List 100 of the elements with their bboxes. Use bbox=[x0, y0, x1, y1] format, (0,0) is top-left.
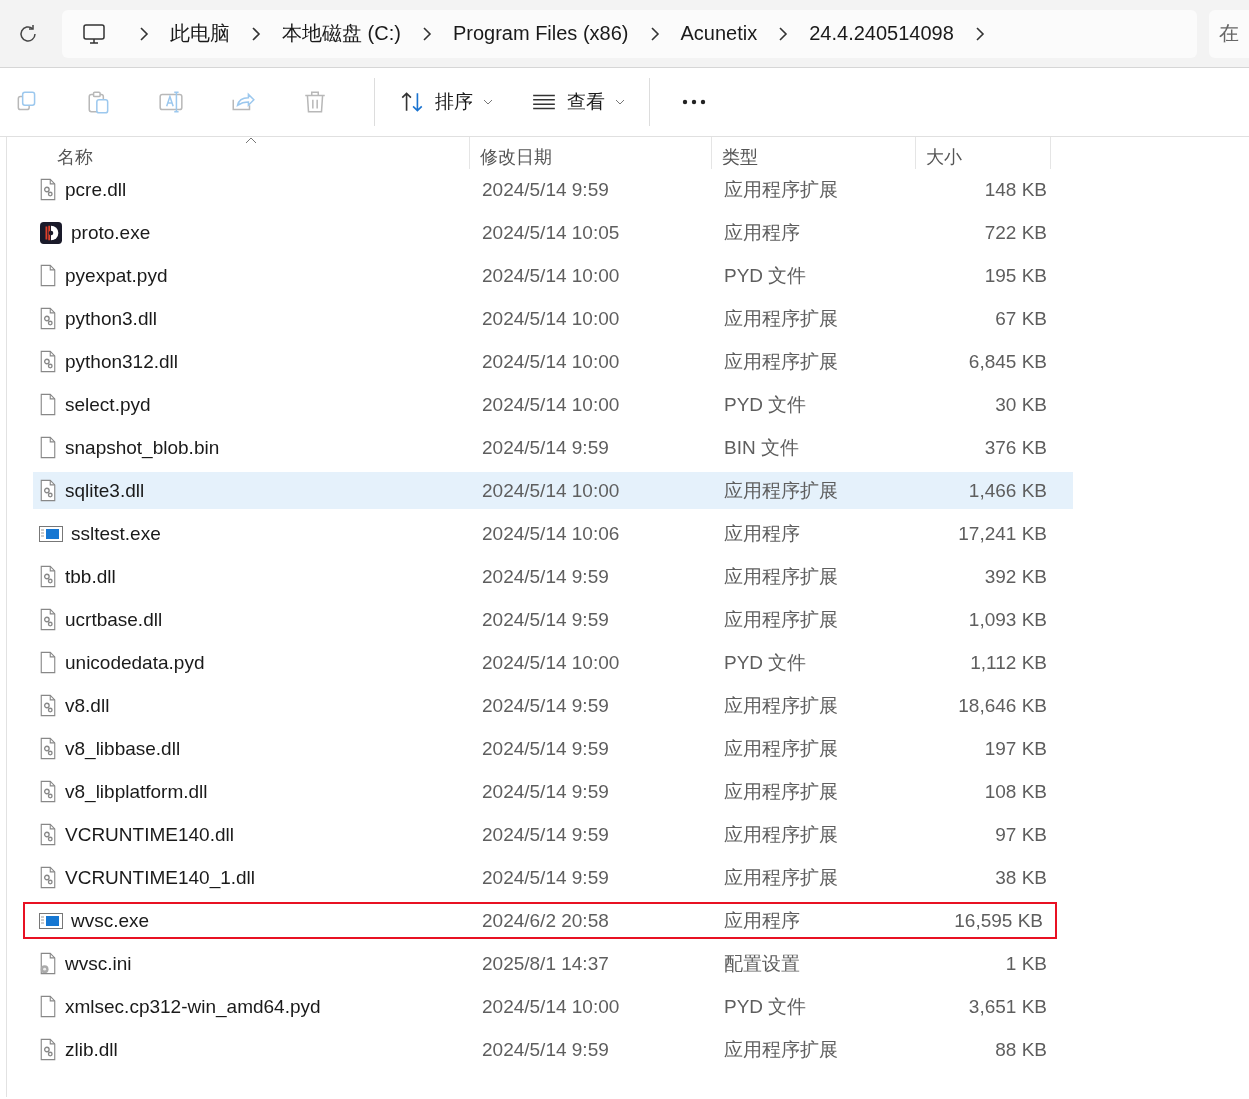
modified-date: 2024/5/14 10:00 bbox=[481, 264, 621, 287]
gear-file-icon bbox=[39, 307, 57, 330]
gear-file-icon bbox=[39, 608, 57, 631]
modified-date: 2025/8/1 14:37 bbox=[481, 952, 610, 975]
file-size: 1 KB bbox=[1004, 952, 1048, 975]
chevron-right-icon bbox=[420, 26, 433, 41]
file-size: 16,595 KB bbox=[953, 909, 1044, 932]
file-type: 配置设置 bbox=[723, 951, 801, 976]
breadcrumb[interactable]: 此电脑 bbox=[170, 20, 230, 47]
column-header[interactable]: 名称 bbox=[33, 137, 470, 169]
file-row[interactable]: proto.exe 2024/5/14 10:05 应用程序 722 KB bbox=[33, 214, 1073, 251]
modified-date: 2024/5/14 9:59 bbox=[481, 866, 610, 889]
modified-date: 2024/5/14 10:00 bbox=[481, 350, 621, 373]
column-header[interactable]: 类型 bbox=[712, 137, 916, 169]
file-name: pyexpat.pyd bbox=[65, 264, 168, 287]
file-size: 1,093 KB bbox=[967, 608, 1048, 631]
caret-icon bbox=[483, 98, 493, 106]
file-row[interactable]: VCRUNTIME140.dll 2024/5/14 9:59 应用程序扩展 97 KB bbox=[33, 816, 1073, 853]
file-row[interactable]: ssltest.exe 2024/5/14 10:06 应用程序 17,241 KB bbox=[33, 515, 1073, 552]
file-row[interactable]: select.pyd 2024/5/14 10:00 PYD 文件 30 KB bbox=[33, 386, 1073, 423]
caret-icon bbox=[615, 98, 625, 106]
file-name: v8_libbase.dll bbox=[65, 737, 181, 760]
file-size: 1,466 KB bbox=[967, 479, 1048, 502]
file-row[interactable]: v8_libplatform.dll 2024/5/14 9:59 应用程序扩展 108 KB bbox=[33, 773, 1073, 810]
chevron-right-icon bbox=[973, 26, 986, 41]
breadcrumb[interactable]: 本地磁盘 (C:) bbox=[282, 20, 401, 47]
file-size: 3,651 KB bbox=[967, 995, 1048, 1018]
file-type: 应用程序扩展 bbox=[723, 865, 839, 890]
file-row[interactable]: python312.dll 2024/5/14 10:00 应用程序扩展 6,845 KB bbox=[33, 343, 1073, 380]
sort-button[interactable]: 排序 bbox=[385, 80, 507, 124]
file-type: 应用程序扩展 bbox=[723, 1037, 839, 1062]
file-type: 应用程序 bbox=[723, 521, 801, 546]
modified-date: 2024/5/14 10:00 bbox=[481, 393, 621, 416]
file-name: sqlite3.dll bbox=[65, 479, 145, 502]
file-size: 38 KB bbox=[994, 866, 1048, 889]
file-name: zlib.dll bbox=[65, 1038, 118, 1061]
file-type: PYD 文件 bbox=[723, 263, 808, 288]
file-row[interactable]: ucrtbase.dll 2024/5/14 9:59 应用程序扩展 1,093 KB bbox=[33, 601, 1073, 638]
file-size: 722 KB bbox=[983, 221, 1048, 244]
rename-icon bbox=[158, 89, 184, 115]
file-row[interactable]: unicodedata.pyd 2024/5/14 10:00 PYD 文件 1,112 KB bbox=[33, 644, 1073, 681]
modified-date: 2024/5/14 9:59 bbox=[481, 694, 610, 717]
file-name: snapshot_blob.bin bbox=[65, 436, 220, 459]
file-size: 67 KB bbox=[994, 307, 1048, 330]
breadcrumb[interactable]: Program Files (x86) bbox=[452, 22, 629, 45]
modified-date: 2024/5/14 10:00 bbox=[481, 651, 621, 674]
modified-date: 2024/6/2 20:58 bbox=[481, 909, 610, 932]
gear-file-icon bbox=[39, 350, 57, 373]
file-row[interactable]: pyexpat.pyd 2024/5/14 10:00 PYD 文件 195 KB bbox=[33, 257, 1073, 294]
gear-file-icon bbox=[39, 780, 57, 803]
file-row[interactable]: wvsc.ini 2025/8/1 14:37 配置设置 1 KB bbox=[33, 945, 1073, 982]
chevron-right-icon bbox=[250, 26, 262, 41]
file-type: 应用程序扩展 bbox=[723, 478, 839, 503]
file-row[interactable]: zlib.dll 2024/5/14 9:59 应用程序扩展 88 KB bbox=[33, 1031, 1073, 1068]
modified-date: 2024/5/14 10:06 bbox=[481, 522, 621, 545]
file-row[interactable]: xmlsec.cp312-win_amd64.pyd 2024/5/14 10:00 PYD 文件 3,651 KB bbox=[33, 988, 1073, 1025]
view-button[interactable]: 查看 bbox=[517, 80, 639, 124]
chevron-right-icon bbox=[138, 26, 150, 41]
delete-icon bbox=[302, 89, 328, 115]
file-size: 97 KB bbox=[994, 823, 1048, 846]
gear-file-icon bbox=[39, 1038, 57, 1061]
modified-date: 2024/5/14 10:00 bbox=[481, 479, 621, 502]
modified-date: 2024/5/14 9:59 bbox=[481, 178, 610, 201]
breadcrumb[interactable]: 24.4.240514098 bbox=[809, 22, 954, 45]
breadcrumb[interactable]: Acunetix bbox=[680, 22, 758, 45]
sort-caret-icon bbox=[245, 137, 257, 144]
file-row[interactable]: tbb.dll 2024/5/14 9:59 应用程序扩展 392 KB bbox=[33, 558, 1073, 595]
column-header[interactable]: 修改日期 bbox=[470, 137, 712, 169]
file-type: BIN 文件 bbox=[723, 435, 800, 460]
column-header[interactable]: 大小 bbox=[916, 137, 1051, 169]
file-name: wvsc.exe bbox=[71, 909, 150, 932]
file-row[interactable]: wvsc.exe 2024/6/2 20:58 应用程序 16,595 KB bbox=[23, 902, 1057, 939]
modified-date: 2024/5/14 9:59 bbox=[481, 565, 610, 588]
file-type: 应用程序扩展 bbox=[723, 822, 839, 847]
file-row[interactable]: python3.dll 2024/5/14 10:00 应用程序扩展 67 KB bbox=[33, 300, 1073, 337]
file-row[interactable]: snapshot_blob.bin 2024/5/14 9:59 BIN 文件 376 KB bbox=[33, 429, 1073, 466]
file-row[interactable]: v8_libbase.dll 2024/5/14 9:59 应用程序扩展 197 KB bbox=[33, 730, 1073, 767]
file-row[interactable]: pcre.dll 2024/5/14 9:59 应用程序扩展 148 KB bbox=[33, 171, 1073, 208]
address-bar[interactable]: 此电脑 本地磁盘 (C:) Program Files (x86) Acunetix 24.4.240514098 bbox=[62, 9, 1197, 58]
modified-date: 2024/5/14 9:59 bbox=[481, 780, 610, 803]
file-row[interactable]: sqlite3.dll 2024/5/14 10:00 应用程序扩展 1,466 KB bbox=[33, 472, 1073, 509]
search-field[interactable]: 在 bbox=[1209, 9, 1249, 58]
file-name: ssltest.exe bbox=[71, 522, 161, 545]
file-size: 195 KB bbox=[983, 264, 1048, 287]
file-name: v8.dll bbox=[65, 694, 110, 717]
modified-date: 2024/5/14 10:00 bbox=[481, 995, 621, 1018]
blank-file-icon bbox=[39, 393, 57, 416]
file-name: proto.exe bbox=[71, 221, 151, 244]
gear-file-icon bbox=[39, 823, 57, 846]
file-row[interactable]: v8.dll 2024/5/14 9:59 应用程序扩展 18,646 KB bbox=[33, 687, 1073, 724]
file-type: 应用程序扩展 bbox=[723, 693, 839, 718]
file-size: 17,241 KB bbox=[957, 522, 1048, 545]
file-type: PYD 文件 bbox=[723, 994, 808, 1019]
monitor-icon bbox=[82, 21, 106, 46]
file-size: 376 KB bbox=[983, 436, 1048, 459]
ellipsis-icon bbox=[681, 99, 707, 105]
gear-file-icon bbox=[39, 952, 57, 975]
file-type: 应用程序 bbox=[723, 908, 801, 933]
gear-file-icon bbox=[39, 178, 57, 201]
file-row[interactable]: VCRUNTIME140_1.dll 2024/5/14 9:59 应用程序扩展 38 KB bbox=[33, 859, 1073, 896]
